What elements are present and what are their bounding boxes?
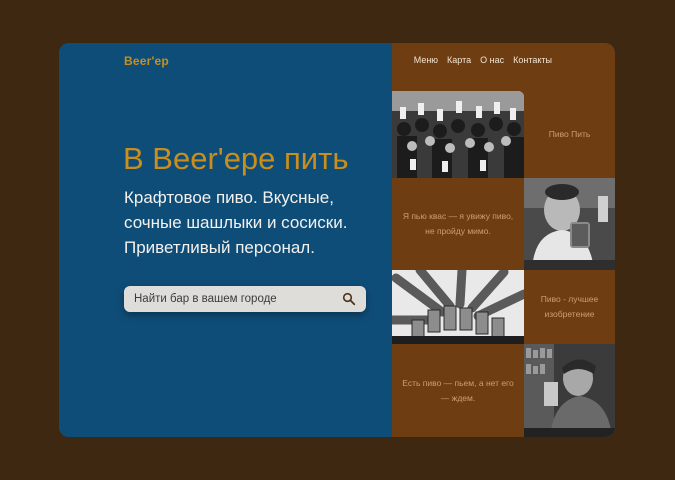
search-icon[interactable]: [342, 292, 356, 306]
gallery-panel: Меню Карта О нас Контакты Пиво Пить Я пь…: [392, 43, 615, 437]
main-nav: Меню Карта О нас Контакты: [414, 55, 552, 65]
quote-tile: Пиво Пить: [548, 129, 591, 139]
quote-tile: Пиво - лучшее изобретение: [540, 294, 599, 319]
photo-hands-cheers: [392, 270, 524, 344]
nav-item-menu[interactable]: Меню: [414, 55, 438, 65]
subtitle-line: Крафтовое пиво. Вкусные,: [124, 188, 334, 207]
subtitle-line: сочные шашлыки и сосиски.: [124, 213, 348, 232]
photo-man-drinking: [524, 178, 615, 270]
photo-crowd-toast: [392, 91, 524, 178]
nav-item-about[interactable]: О нас: [480, 55, 504, 65]
search-input[interactable]: [134, 286, 334, 312]
quote-tile: Есть пиво — пьем, а нет его — ждем.: [402, 377, 514, 403]
nav-item-map[interactable]: Карта: [447, 55, 471, 65]
quote-tile: Я пью квас — я увижу пиво, не пройду мим…: [402, 211, 514, 236]
photo-pub-drinker: [524, 344, 615, 437]
hero-subtitle: Крафтовое пиво. Вкусные, сочные шашлыки …: [124, 185, 384, 260]
search-bar: [124, 286, 366, 312]
logo[interactable]: Beer'ep: [124, 54, 169, 68]
landing-card: Beer'ep В Beer'epe пить Крафтовое пиво. …: [59, 43, 615, 437]
nav-item-contacts[interactable]: Контакты: [513, 55, 552, 65]
hero-headline: В Beer'epe пить: [123, 141, 349, 176]
hero-panel: Beer'ep В Beer'epe пить Крафтовое пиво. …: [59, 43, 392, 437]
subtitle-line: Приветливый персонал.: [124, 238, 315, 257]
